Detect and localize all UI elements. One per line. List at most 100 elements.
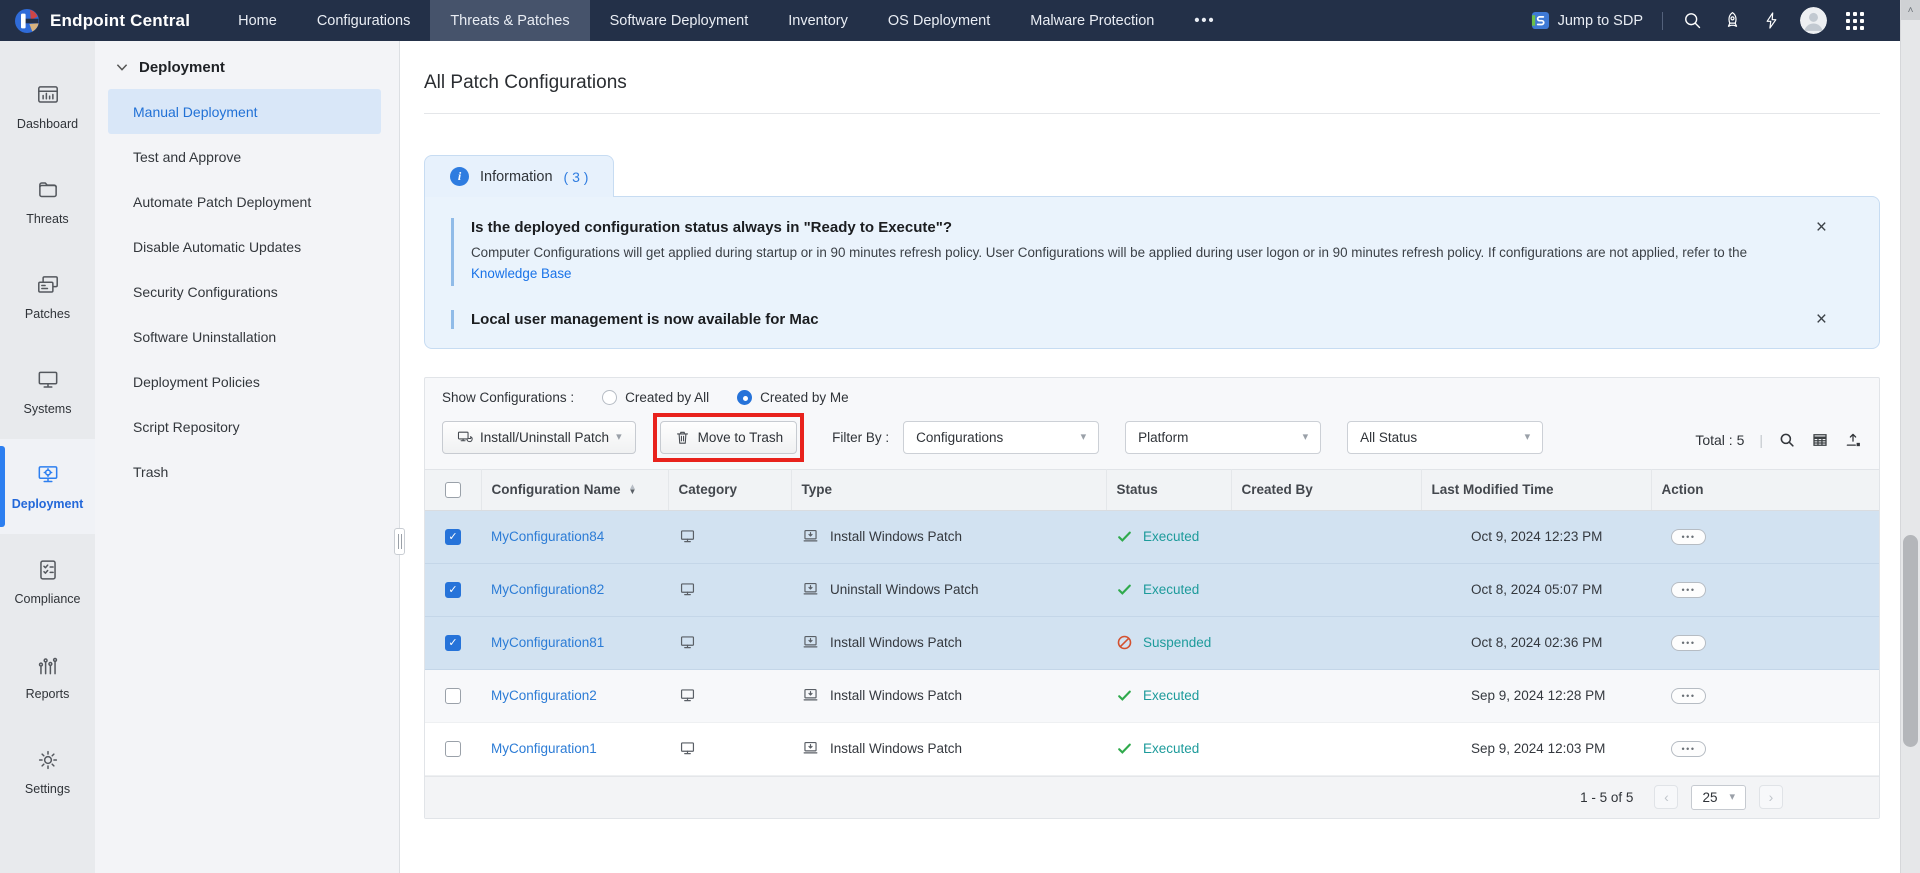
configuration-name-link[interactable]: MyConfiguration1 xyxy=(491,741,597,756)
export-icon[interactable] xyxy=(1844,431,1862,449)
row-actions-ellipsis-button[interactable]: ••• xyxy=(1671,688,1706,704)
rail-item-deployment[interactable]: Deployment xyxy=(0,439,95,534)
menu-header-deployment[interactable]: Deployment xyxy=(95,59,399,76)
page-size-select[interactable]: 25 ▾ xyxy=(1691,785,1746,810)
menu-item-security-configurations[interactable]: Security Configurations xyxy=(108,269,381,314)
brand-name: Endpoint Central xyxy=(50,11,190,31)
configuration-name-link[interactable]: MyConfiguration2 xyxy=(491,688,597,703)
previous-page-button[interactable]: ‹ xyxy=(1654,785,1678,809)
select-all-checkbox[interactable] xyxy=(445,482,461,498)
nav-configurations[interactable]: Configurations xyxy=(297,0,431,41)
page-scrollbar[interactable]: ˄ xyxy=(1900,0,1920,873)
patch-type-icon xyxy=(801,633,820,652)
row-actions-ellipsis-button[interactable]: ••• xyxy=(1671,582,1706,598)
filter-status-select[interactable]: All Status ▾ xyxy=(1347,421,1543,454)
nav-home[interactable]: Home xyxy=(218,0,297,41)
type-label: Uninstall Windows Patch xyxy=(830,582,979,597)
nav-software-deployment[interactable]: Software Deployment xyxy=(590,0,769,41)
status-link[interactable]: Executed xyxy=(1143,741,1199,756)
row-checkbox[interactable]: ✓ xyxy=(445,582,461,598)
status-link[interactable]: Executed xyxy=(1143,582,1199,597)
scrollbar-up-arrow[interactable]: ˄ xyxy=(1901,0,1920,20)
jump-to-sdp-button[interactable]: Jump to SDP xyxy=(1531,11,1643,30)
lightning-bolt-icon[interactable] xyxy=(1762,10,1781,31)
rail-item-settings[interactable]: Settings xyxy=(0,724,95,819)
rail-item-reports[interactable]: Reports xyxy=(0,629,95,724)
nav-more-ellipsis-icon[interactable]: ••• xyxy=(1174,0,1235,41)
rail-item-compliance[interactable]: Compliance xyxy=(0,534,95,629)
menu-item-deployment-policies[interactable]: Deployment Policies xyxy=(108,359,381,404)
radio-icon[interactable] xyxy=(602,390,617,405)
radio-created-by-all[interactable]: Created by All xyxy=(602,390,709,405)
close-icon[interactable]: × xyxy=(1816,218,1827,237)
pagination-bar: 1 - 5 of 5 ‹ 25 ▾ › xyxy=(425,776,1879,818)
rail-item-threats[interactable]: Threats xyxy=(0,154,95,249)
user-avatar[interactable] xyxy=(1800,7,1827,34)
knowledge-base-link[interactable]: Knowledge Base xyxy=(471,266,572,281)
sort-icon[interactable]: ▲▼ xyxy=(629,485,637,495)
row-checkbox[interactable] xyxy=(445,688,461,704)
nav-os-deployment[interactable]: OS Deployment xyxy=(868,0,1010,41)
apps-grid-icon[interactable] xyxy=(1846,12,1864,30)
reports-icon xyxy=(35,652,61,678)
table-search-icon[interactable] xyxy=(1778,431,1796,449)
deploy-monitor-icon xyxy=(456,429,473,446)
row-actions-ellipsis-button[interactable]: ••• xyxy=(1671,635,1706,651)
patch-type-icon xyxy=(801,580,820,599)
rail-item-patches[interactable]: Patches xyxy=(0,249,95,344)
topbar-right-actions: Jump to SDP xyxy=(1531,0,1920,41)
type-label: Install Windows Patch xyxy=(830,688,962,703)
move-to-trash-button[interactable]: Move to Trash xyxy=(660,421,798,454)
chevron-down-icon: ▾ xyxy=(1525,432,1531,443)
executed-check-icon xyxy=(1116,528,1133,545)
radio-icon[interactable] xyxy=(737,390,752,405)
search-icon[interactable] xyxy=(1682,10,1703,31)
tab-information[interactable]: i Information ( 3 ) xyxy=(424,155,614,197)
table-row: MyConfiguration2 Install Windows Patch E… xyxy=(425,669,1879,722)
show-configurations-row: Show Configurations : Created by All Cre… xyxy=(425,378,1879,414)
close-icon[interactable]: × xyxy=(1816,310,1827,329)
row-actions-ellipsis-button[interactable]: ••• xyxy=(1671,529,1706,545)
chevron-down-icon: ▾ xyxy=(616,432,622,443)
nav-inventory[interactable]: Inventory xyxy=(768,0,868,41)
nav-malware-protection[interactable]: Malware Protection xyxy=(1010,0,1174,41)
menu-item-disable-automatic-updates[interactable]: Disable Automatic Updates xyxy=(108,224,381,269)
info-message-title: Local user management is now available f… xyxy=(471,311,1783,328)
row-checkbox[interactable] xyxy=(445,741,461,757)
column-chooser-grid-icon[interactable] xyxy=(1811,431,1829,449)
announcement-rocket-icon[interactable] xyxy=(1722,10,1743,31)
next-page-button[interactable]: › xyxy=(1759,785,1783,809)
brand[interactable]: Endpoint Central xyxy=(0,0,218,41)
row-checkbox[interactable]: ✓ xyxy=(445,529,461,545)
info-message-title: Is the deployed configuration status alw… xyxy=(471,219,1783,236)
configuration-name-link[interactable]: MyConfiguration84 xyxy=(491,529,604,544)
page-title: All Patch Configurations xyxy=(424,41,1880,114)
rail-item-systems[interactable]: Systems xyxy=(0,344,95,439)
scrollbar-thumb[interactable] xyxy=(1903,535,1918,747)
menu-item-manual-deployment[interactable]: Manual Deployment xyxy=(108,89,381,134)
menu-item-test-and-approve[interactable]: Test and Approve xyxy=(108,134,381,179)
radio-created-by-me[interactable]: Created by Me xyxy=(737,390,849,405)
status-link[interactable]: Suspended xyxy=(1143,635,1211,650)
row-actions-ellipsis-button[interactable]: ••• xyxy=(1671,741,1706,757)
nav-threats-and-patches[interactable]: Threats & Patches xyxy=(430,0,589,41)
configuration-name-link[interactable]: MyConfiguration82 xyxy=(491,582,604,597)
last-modified-time: Oct 8, 2024 02:36 PM xyxy=(1421,616,1651,669)
panel-resize-handle[interactable] xyxy=(394,528,405,555)
row-checkbox[interactable]: ✓ xyxy=(445,635,461,651)
menu-item-automate-patch-deployment[interactable]: Automate Patch Deployment xyxy=(108,179,381,224)
info-message: Local user management is now available f… xyxy=(451,310,1853,329)
status-link[interactable]: Executed xyxy=(1143,529,1199,544)
status-link[interactable]: Executed xyxy=(1143,688,1199,703)
menu-item-software-uninstallation[interactable]: Software Uninstallation xyxy=(108,314,381,359)
install-uninstall-patch-button[interactable]: Install/Uninstall Patch ▾ xyxy=(442,421,636,454)
rail-item-dashboard[interactable]: Dashboard xyxy=(0,59,95,154)
filter-configurations-select[interactable]: Configurations ▾ xyxy=(903,421,1099,454)
filter-platform-select[interactable]: Platform ▾ xyxy=(1125,421,1321,454)
configurations-list-panel: Show Configurations : Created by All Cre… xyxy=(424,377,1880,819)
menu-item-script-repository[interactable]: Script Repository xyxy=(108,404,381,449)
executed-check-icon xyxy=(1116,740,1133,757)
menu-item-trash[interactable]: Trash xyxy=(108,449,381,494)
endpoint-central-logo-icon xyxy=(14,8,40,34)
configuration-name-link[interactable]: MyConfiguration81 xyxy=(491,635,604,650)
